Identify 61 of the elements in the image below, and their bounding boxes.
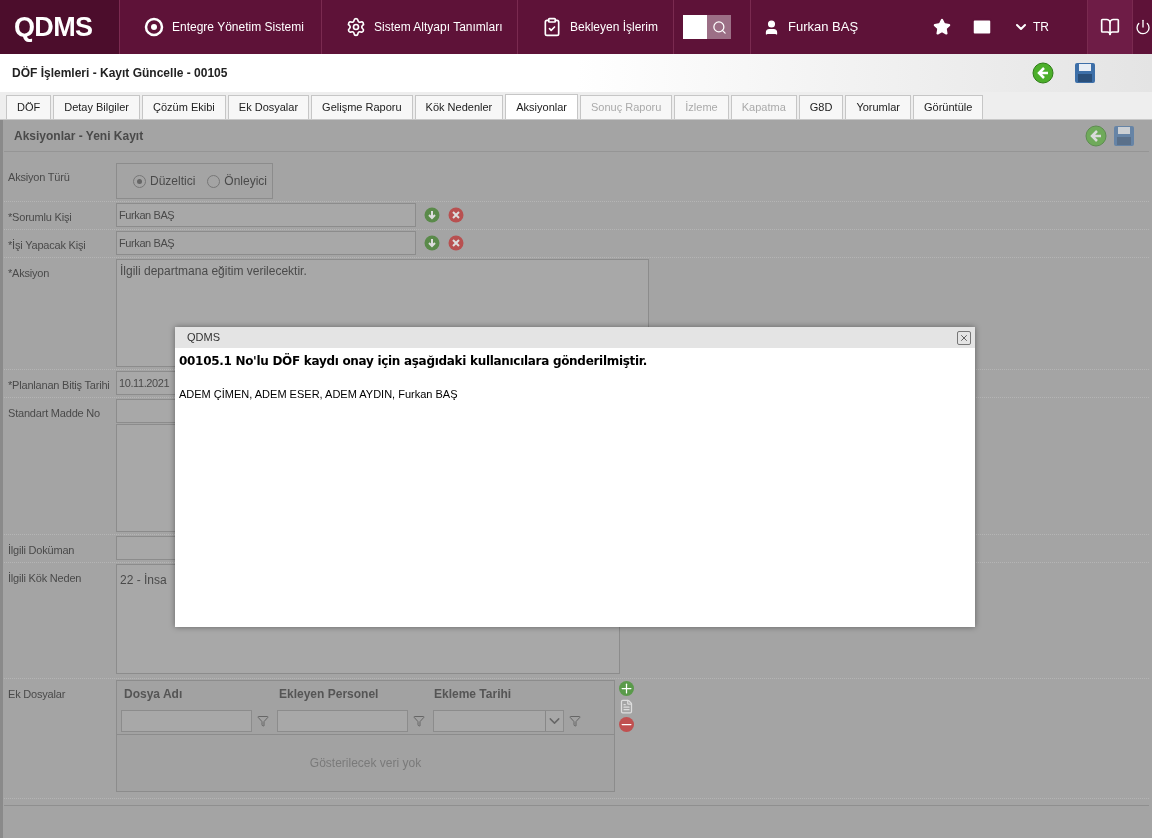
- field-label: *Aksiyon: [8, 267, 50, 279]
- tab[interactable]: Ek Dosyalar: [227, 95, 310, 119]
- tab[interactable]: Yorumlar: [845, 95, 911, 119]
- language-selector[interactable]: TR: [1013, 18, 1069, 36]
- dialog-title: QDMS: [187, 330, 220, 346]
- field-label: *Sorumlu Kişi: [8, 211, 72, 223]
- back-icon[interactable]: [1085, 124, 1107, 147]
- close-button[interactable]: [957, 330, 971, 345]
- save-icon[interactable]: [1113, 124, 1135, 147]
- field-label: Aksiyon Türü: [8, 171, 70, 183]
- radio-option[interactable]: Önleyici: [207, 172, 268, 190]
- field-label: Ek Dosyalar: [8, 688, 66, 700]
- user-icon: [763, 18, 780, 36]
- page-title: DÖF İşlemleri - Kayıt Güncelle - 00105: [12, 65, 228, 82]
- field-label: *Planlanan Bitiş Tarihi: [8, 379, 110, 391]
- filter-icon[interactable]: [569, 714, 581, 727]
- search-field[interactable]: [683, 15, 707, 39]
- search-icon: [711, 19, 727, 35]
- person-field[interactable]: Furkan BAŞ: [116, 203, 416, 227]
- column-header: Dosya Adı: [124, 686, 184, 703]
- person-field[interactable]: Furkan BAŞ: [116, 231, 416, 255]
- dialog-message: 00105.1 No'lu DÖF kaydı onay için aşağıdaki kullanıcılara gönderilmiştir.: [178, 352, 648, 370]
- star-icon[interactable]: [933, 18, 951, 36]
- field-label: *İşi Yapacak Kişi: [8, 239, 86, 251]
- field-label: İlgili Doküman: [8, 544, 75, 556]
- panel-title: Aksiyonlar - Yeni Kayıt: [14, 127, 144, 145]
- tab[interactable]: Çözüm Ekibi: [142, 95, 226, 119]
- save-icon[interactable]: [1074, 62, 1096, 84]
- filter-icon[interactable]: [257, 714, 269, 727]
- remove-icon[interactable]: [619, 717, 634, 732]
- tab[interactable]: DÖF: [6, 95, 52, 119]
- clipboard-icon: [542, 17, 562, 37]
- book-icon[interactable]: [1100, 17, 1120, 37]
- recipient-list: ADEM ÇİMEN, ADEM ESER, ADEM AYDIN, Furkan BAŞ: [175, 370, 975, 403]
- tab[interactable]: Görüntüle: [913, 95, 984, 119]
- field-label: Standart Madde No: [8, 407, 100, 419]
- filter-field[interactable]: [433, 709, 564, 732]
- select-icon[interactable]: [424, 207, 440, 223]
- select-icon[interactable]: [424, 235, 440, 251]
- tab[interactable]: G8D: [798, 95, 844, 119]
- column-header: Ekleme Tarihi: [434, 686, 513, 703]
- filter-icon[interactable]: [413, 714, 425, 727]
- radio-option[interactable]: Düzeltici: [133, 172, 196, 190]
- filter-field[interactable]: [121, 709, 252, 732]
- tab[interactable]: Aksiyonlar: [505, 94, 578, 119]
- search-button[interactable]: [707, 15, 731, 39]
- tab[interactable]: Detay Bilgiler: [53, 95, 141, 119]
- tab[interactable]: Gelişme Raporu: [311, 95, 413, 119]
- filter-field[interactable]: [277, 709, 408, 732]
- field-label: İlgili Kök Neden: [8, 572, 82, 584]
- tab[interactable]: Kök Nedenler: [414, 95, 504, 119]
- clear-icon[interactable]: [448, 235, 464, 251]
- add-icon[interactable]: [619, 681, 634, 696]
- power-icon[interactable]: [1134, 19, 1151, 35]
- user-menu[interactable]: Furkan BAŞ: [751, 0, 921, 54]
- q-circle-icon: [144, 17, 164, 37]
- clear-icon[interactable]: [448, 207, 464, 223]
- close-icon: [959, 332, 969, 343]
- settings-icon: [346, 17, 366, 37]
- column-header: Ekleyen Personel: [279, 686, 380, 703]
- back-icon[interactable]: [1032, 62, 1054, 84]
